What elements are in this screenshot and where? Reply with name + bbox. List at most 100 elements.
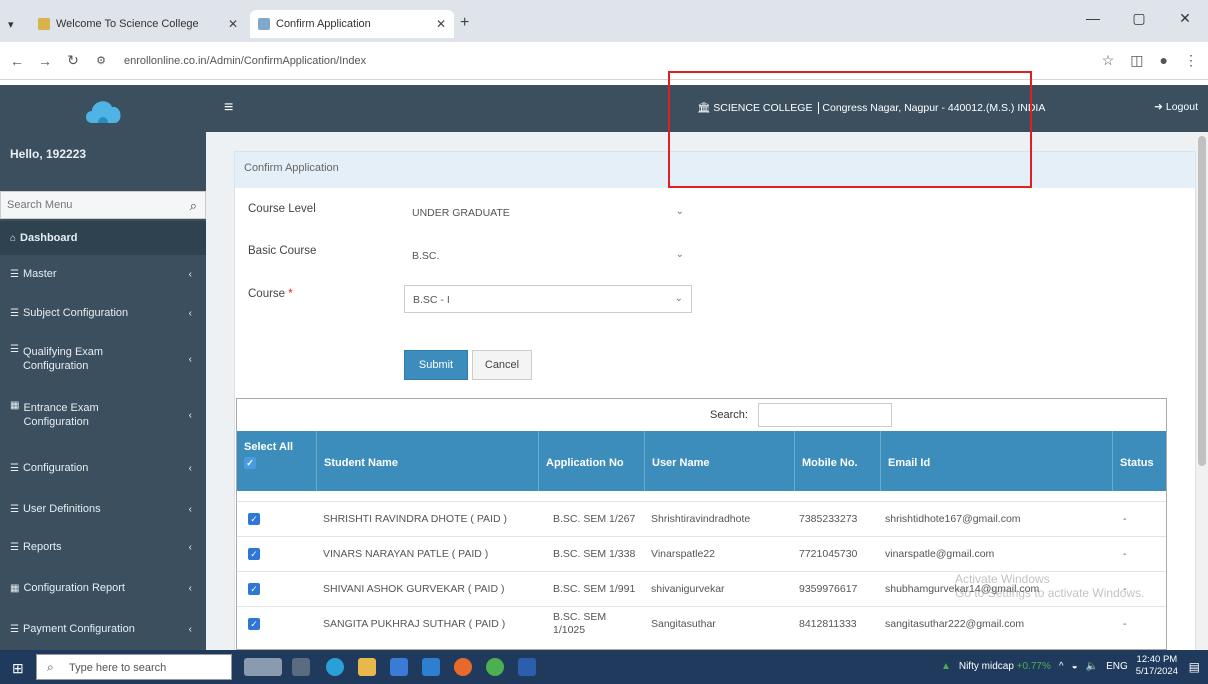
browser-tab-bar: ▾ Welcome To Science College ✕ Confirm A…	[0, 0, 1208, 42]
chevron-left-icon: ‹	[188, 353, 192, 365]
tab-list-button[interactable]: ▾	[6, 10, 20, 38]
column-mobile-no[interactable]: Mobile No.	[795, 431, 881, 491]
column-application-no[interactable]: Application No	[539, 431, 645, 491]
chart-icon: ▲	[940, 660, 951, 672]
bookmark-star-icon[interactable]: ☆	[1102, 52, 1115, 69]
store-icon[interactable]	[390, 658, 408, 676]
row-checkbox[interactable]: ✓	[248, 548, 260, 561]
mobile-cell: 8412811333	[799, 618, 857, 630]
sidebar-item-qualifying-exam[interactable]: ☰ Qualifying Exam Configuration ‹	[0, 333, 206, 385]
dashboard-icon: ⌂	[10, 232, 17, 244]
table-search-input[interactable]	[758, 403, 892, 427]
table-icon: ▦	[10, 582, 20, 594]
chrome-icon[interactable]	[486, 658, 504, 676]
forward-arrow-icon[interactable]: →	[34, 53, 56, 69]
mobile-cell: 7385233273	[799, 513, 858, 525]
sidebar: Hello, 192223 ⌕ ⌂ Dashboard ☰ Master ‹ ☰…	[0, 85, 206, 650]
status-cell: -	[1123, 618, 1127, 630]
scrollbar-thumb[interactable]	[1198, 136, 1206, 466]
windows-start-icon[interactable]: ⊞	[12, 660, 24, 677]
reload-icon[interactable]: ↻	[62, 52, 84, 69]
course-level-label: Course Level	[248, 203, 316, 215]
row-checkbox[interactable]: ✓	[248, 618, 260, 631]
user-greeting: Hello, 192223	[10, 147, 87, 161]
student-name-cell: SHIVANI ASHOK GURVEKAR ( PAID )	[323, 583, 505, 595]
cancel-button[interactable]: Cancel	[472, 350, 532, 380]
sidebar-item-reports[interactable]: ☰ Reports ‹	[0, 527, 206, 567]
table-row: ✓ SANGITA PUKHRAJ SUTHAR ( PAID ) B.SC. …	[237, 606, 1166, 641]
student-name-cell: VINARS NARAYAN PATLE ( PAID )	[323, 548, 489, 560]
mail-icon[interactable]	[422, 658, 440, 676]
notification-icon[interactable]: ▤	[1189, 660, 1200, 674]
sidebar-item-entrance-exam[interactable]: ▦ Entrance Exam Configuration ‹	[0, 385, 206, 445]
select-all-header[interactable]: Select All ✓	[237, 431, 317, 491]
file-explorer-icon[interactable]	[358, 658, 376, 676]
table-icon: ▦	[10, 400, 20, 411]
close-tab-icon[interactable]: ✕	[436, 17, 446, 31]
news-widget-icon[interactable]	[244, 658, 282, 676]
language-indicator[interactable]: ENG	[1106, 661, 1128, 672]
chevron-left-icon: ‹	[188, 541, 192, 553]
logout-icon: ➜	[1154, 101, 1163, 113]
sidebar-item-user-definitions[interactable]: ☰ User Definitions ‹	[0, 491, 206, 527]
network-icon[interactable]: ◒	[1072, 661, 1078, 672]
table-row: ✓ VINARS NARAYAN PATLE ( PAID ) B.SC. SE…	[237, 536, 1166, 571]
taskbar-search[interactable]: ⌕ Type here to search	[36, 654, 232, 680]
volume-icon[interactable]: 🔈	[1086, 661, 1098, 672]
search-icon[interactable]: ⌕	[190, 198, 197, 214]
select-all-checkbox[interactable]: ✓	[244, 457, 256, 469]
course-level-select[interactable]: UNDER GRADUATE ⌄	[404, 199, 692, 227]
user-name-cell: Shrishtiravindradhote	[651, 513, 751, 525]
extensions-icon[interactable]: ◫	[1130, 52, 1143, 69]
submit-button[interactable]: Submit	[404, 350, 468, 380]
firefox-icon[interactable]	[454, 658, 472, 676]
row-checkbox[interactable]: ✓	[248, 583, 260, 596]
chevron-left-icon: ‹	[188, 503, 192, 515]
tab-welcome[interactable]: Welcome To Science College ✕	[30, 10, 246, 38]
chevron-down-icon: ⌄	[674, 293, 683, 304]
sidebar-item-configuration[interactable]: ☰ Configuration ‹	[0, 445, 206, 491]
browser-menu-icon[interactable]: ⋮	[1184, 52, 1198, 69]
chevron-left-icon: ‹	[188, 623, 192, 635]
column-email-id[interactable]: Email Id	[881, 431, 1113, 491]
course-select[interactable]: B.SC - I ⌄	[404, 285, 692, 313]
market-ticker[interactable]: Nifty midcap +0.77%	[959, 661, 1051, 672]
taskbar: ⊞ ⌕ Type here to search ▲ Nifty midcap +…	[0, 650, 1208, 684]
close-tab-icon[interactable]: ✕	[228, 17, 238, 31]
site-info-icon[interactable]: ⚙	[90, 54, 112, 67]
sidebar-item-payment-configuration[interactable]: ☰ Payment Configuration ‹	[0, 609, 206, 649]
chevron-up-icon[interactable]: ^	[1059, 661, 1064, 672]
column-status[interactable]: Status	[1113, 431, 1166, 491]
column-user-name[interactable]: User Name	[645, 431, 795, 491]
table-header: Select All ✓ Student Name Application No…	[237, 431, 1166, 491]
search-menu-input[interactable]	[1, 192, 171, 218]
close-window-button[interactable]: ✕	[1162, 10, 1208, 27]
word-icon[interactable]	[518, 658, 536, 676]
basic-course-select[interactable]: B.SC. ⌄	[404, 242, 692, 270]
edge-browser-icon[interactable]	[326, 658, 344, 676]
url-field[interactable]: enrollonline.co.in/Admin/ConfirmApplicat…	[124, 55, 366, 67]
minimize-button[interactable]: —	[1070, 10, 1116, 27]
email-cell: shrishtidhote167@gmail.com	[885, 513, 1021, 525]
maximize-button[interactable]: ▢	[1116, 10, 1162, 27]
task-view-icon[interactable]	[292, 658, 310, 676]
tab-title: Welcome To Science College	[56, 18, 199, 30]
sidebar-item-dashboard[interactable]: ⌂ Dashboard	[0, 221, 206, 255]
user-name-cell: shivanigurvekar	[651, 583, 725, 595]
chevron-down-icon: ⌄	[675, 206, 684, 217]
hamburger-menu-icon[interactable]: ≡	[224, 99, 233, 117]
row-checkbox[interactable]: ✓	[248, 513, 260, 526]
page-scrollbar[interactable]	[1196, 132, 1208, 650]
back-arrow-icon[interactable]: ←	[6, 53, 28, 69]
sidebar-item-subject-configuration[interactable]: ☰ Subject Configuration ‹	[0, 293, 206, 333]
new-tab-button[interactable]: +	[460, 14, 469, 32]
table-search-label: Search:	[710, 409, 748, 421]
logout-button[interactable]: ➜ Logout	[1154, 101, 1198, 113]
sidebar-item-configuration-report[interactable]: ▦ Configuration Report ‹	[0, 567, 206, 609]
tab-confirm-application[interactable]: Confirm Application ✕	[250, 10, 454, 38]
sidebar-item-master[interactable]: ☰ Master ‹	[0, 255, 206, 293]
clock[interactable]: 12:40 PM 5/17/2024	[1136, 654, 1178, 678]
column-student-name[interactable]: Student Name	[317, 431, 539, 491]
activate-windows-watermark: Activate Windows Go to Settings to activ…	[955, 572, 1145, 600]
profile-icon[interactable]: ●	[1160, 52, 1168, 69]
